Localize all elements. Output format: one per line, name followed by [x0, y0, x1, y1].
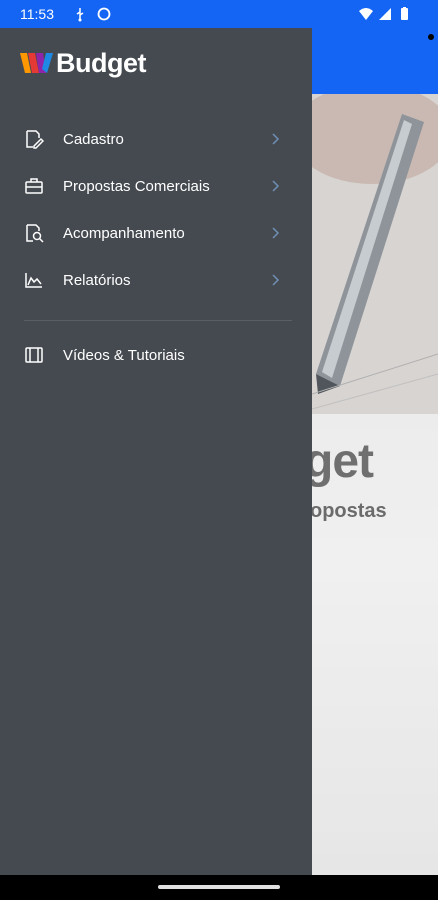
menu-item-label: Cadastro [63, 130, 124, 148]
background-subtitle: opostas [312, 500, 387, 522]
pen-image [312, 94, 438, 414]
menu-item-label: Propostas Comerciais [63, 177, 210, 195]
more-options-icon[interactable] [428, 34, 434, 40]
brand-mark-icon [20, 53, 53, 73]
brand-name: Budget [56, 47, 146, 78]
navigation-drawer: Budget Cadastro Propostas Comerciais Aco… [0, 28, 312, 875]
area-chart-icon [25, 273, 42, 288]
menu-item-label: Relatórios [63, 271, 131, 289]
menu-item-label: Vídeos & Tutoriais [63, 346, 185, 364]
video-icon [25, 347, 43, 363]
battery-icon [401, 7, 408, 20]
menu-item-cadastro[interactable]: Cadastro [0, 116, 312, 162]
home-gesture-bar[interactable] [158, 885, 280, 889]
briefcase-icon [25, 178, 43, 194]
chevron-right-icon [272, 180, 280, 192]
chevron-right-icon [272, 274, 280, 286]
background-title: get [312, 435, 374, 488]
system-navigation-bar [0, 875, 438, 900]
app-bar [312, 28, 438, 94]
menu-item-videos-tutoriais[interactable]: Vídeos & Tutoriais [0, 332, 312, 378]
document-search-icon [26, 224, 44, 243]
usb-icon [76, 8, 84, 22]
edit-document-icon [26, 130, 44, 149]
chevron-right-icon [272, 133, 280, 145]
signal-icon [379, 8, 391, 20]
home-background-image: get opostas [312, 94, 438, 875]
menu-divider [24, 320, 292, 321]
chevron-right-icon [272, 227, 280, 239]
wifi-icon [359, 8, 373, 20]
status-time: 11:53 [20, 6, 54, 22]
menu-item-propostas-comerciais[interactable]: Propostas Comerciais [0, 163, 312, 209]
menu-item-label: Acompanhamento [63, 224, 185, 242]
status-bar: 11:53 [0, 0, 438, 28]
menu-item-acompanhamento[interactable]: Acompanhamento [0, 210, 312, 256]
menu-item-relatorios[interactable]: Relatórios [0, 257, 312, 303]
sync-icon [97, 7, 111, 21]
brand-logo: Budget [20, 48, 146, 78]
